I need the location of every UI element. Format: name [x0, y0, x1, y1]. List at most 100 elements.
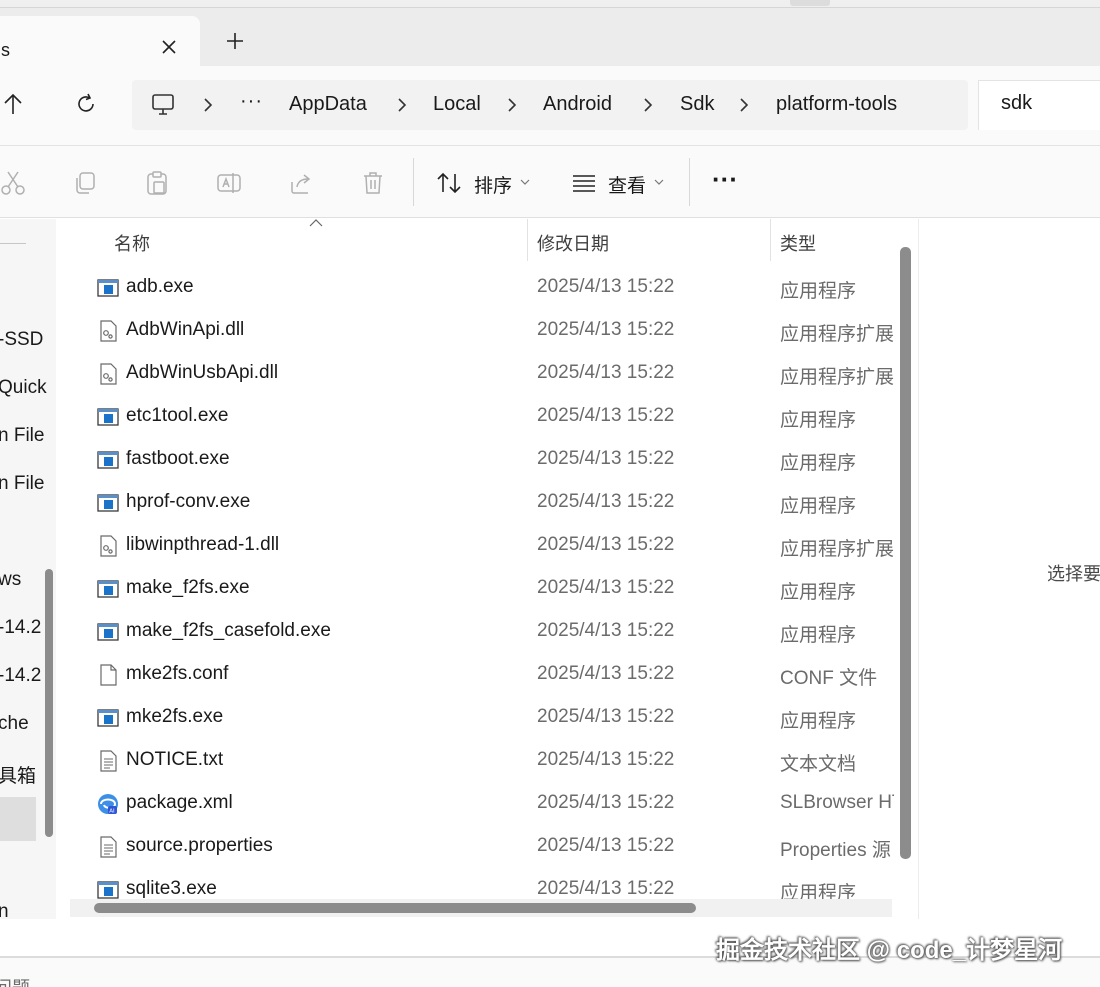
file-row[interactable]: AI package.xml 2025/4/13 15:22 SLBrowser HT — [66, 783, 900, 826]
bottom-panel-label: 问题 — [0, 974, 30, 987]
nav-item[interactable]: n File — [0, 425, 44, 447]
breadcrumb-overflow[interactable]: ··· — [240, 90, 263, 113]
tab-bar: ls — [0, 8, 1100, 68]
toolbar-separator — [413, 158, 414, 206]
address-bar[interactable]: ··· AppData Local Android Sdk platform-t… — [132, 80, 968, 130]
file-modified-date: 2025/4/13 15:22 — [537, 405, 675, 426]
nav-item-selected[interactable] — [0, 797, 36, 841]
file-name: hprof-conv.exe — [126, 491, 251, 512]
file-row[interactable]: hprof-conv.exe 2025/4/13 15:22 应用程序 — [66, 482, 900, 525]
file-modified-date: 2025/4/13 15:22 — [537, 448, 675, 469]
navigation-bar: ··· AppData Local Android Sdk platform-t… — [0, 66, 1100, 146]
vertical-scrollbar[interactable] — [900, 247, 911, 859]
file-name: make_f2fs.exe — [126, 577, 250, 598]
share-icon[interactable] — [288, 170, 314, 196]
horizontal-scrollbar[interactable] — [94, 903, 696, 913]
refresh-icon[interactable] — [74, 92, 98, 116]
rename-icon[interactable] — [216, 170, 242, 196]
dll-file-icon — [100, 320, 117, 342]
file-row[interactable]: make_f2fs.exe 2025/4/13 15:22 应用程序 — [66, 568, 900, 611]
tab-active[interactable]: ls — [0, 16, 200, 68]
breadcrumb-local[interactable]: Local — [433, 93, 481, 116]
file-row[interactable]: NOTICE.txt 2025/4/13 15:22 文本文档 — [66, 740, 900, 783]
file-type: 应用程序扩展 — [780, 324, 894, 345]
up-arrow-icon[interactable] — [2, 92, 24, 116]
delete-icon[interactable] — [360, 170, 386, 196]
more-options-button[interactable]: ··· — [712, 164, 738, 195]
column-separator[interactable] — [527, 219, 528, 261]
application-icon — [97, 408, 119, 426]
chevron-right-icon[interactable] — [642, 97, 654, 113]
file-modified-date: 2025/4/13 15:22 — [537, 749, 675, 770]
file-row[interactable]: source.properties 2025/4/13 15:22 Properti… — [66, 826, 900, 869]
file-row[interactable]: make_f2fs_casefold.exe 2025/4/13 15:22 应用程… — [66, 611, 900, 654]
file-name: make_f2fs_casefold.exe — [126, 620, 331, 641]
nav-item[interactable]: ws — [0, 569, 21, 591]
nav-item[interactable]: Quick — [0, 377, 47, 399]
file-name: fastboot.exe — [126, 448, 230, 469]
search-input[interactable]: sdk — [978, 80, 1100, 130]
nav-item[interactable]: -SSD — [0, 329, 43, 351]
breadcrumb-sdk[interactable]: Sdk — [680, 93, 714, 116]
file-row[interactable]: mke2fs.conf 2025/4/13 15:22 CONF 文件 — [66, 654, 900, 697]
breadcrumb-appdata[interactable]: AppData — [289, 93, 367, 116]
file-row[interactable]: fastboot.exe 2025/4/13 15:22 应用程序 — [66, 439, 900, 482]
file-name: libwinpthread-1.dll — [126, 534, 280, 555]
nav-item[interactable]: che — [0, 713, 29, 735]
account-chip[interactable] — [790, 0, 830, 6]
file-type: 应用程序扩展 — [780, 539, 894, 560]
application-icon — [97, 623, 119, 641]
copy-icon[interactable] — [72, 170, 98, 196]
file-row[interactable]: adb.exe 2025/4/13 15:22 应用程序 — [66, 267, 900, 310]
file-row[interactable]: libwinpthread-1.dll 2025/4/13 15:22 应用程序扩展 — [66, 525, 900, 568]
paste-icon[interactable] — [144, 170, 170, 196]
view-list-icon — [573, 175, 595, 192]
chevron-right-icon[interactable] — [738, 97, 750, 113]
file-type: 应用程序扩展 — [780, 367, 894, 388]
chevron-right-icon[interactable] — [506, 97, 518, 113]
breadcrumb-platform-tools[interactable]: platform-tools — [776, 93, 897, 116]
nav-item[interactable]: -14.2 — [0, 665, 41, 687]
nav-item[interactable]: n File — [0, 473, 44, 495]
nav-item[interactable]: -14.2 — [0, 617, 41, 639]
sort-ascending-icon — [309, 219, 323, 227]
file-name: mke2fs.conf — [126, 663, 229, 684]
dll-file-icon — [100, 535, 117, 557]
file-modified-date: 2025/4/13 15:22 — [537, 577, 675, 598]
file-modified-date: 2025/4/13 15:22 — [537, 620, 675, 641]
new-tab-icon[interactable] — [224, 30, 246, 52]
chevron-right-icon[interactable] — [396, 97, 408, 113]
file-row[interactable]: mke2fs.exe 2025/4/13 15:22 应用程序 — [66, 697, 900, 740]
close-icon[interactable] — [158, 36, 180, 58]
file-row[interactable]: AdbWinUsbApi.dll 2025/4/13 15:22 应用程序扩展 — [66, 353, 900, 396]
sort-icon — [437, 172, 461, 194]
cut-icon[interactable] — [0, 170, 26, 196]
nav-scrollbar[interactable] — [45, 569, 53, 837]
file-modified-date: 2025/4/13 15:22 — [537, 878, 675, 899]
this-pc-icon[interactable] — [150, 93, 176, 117]
file-row[interactable]: AdbWinApi.dll 2025/4/13 15:22 应用程序扩展 — [66, 310, 900, 353]
nav-item[interactable]: n — [0, 901, 9, 919]
breadcrumb-android[interactable]: Android — [543, 93, 612, 116]
nav-item[interactable]: 具箱 — [0, 761, 36, 788]
column-separator[interactable] — [770, 219, 771, 261]
application-icon — [97, 580, 119, 598]
column-header-type[interactable]: 类型 — [780, 230, 816, 256]
column-header-name[interactable]: 名称 — [114, 230, 150, 256]
chevron-right-icon[interactable] — [202, 97, 214, 113]
view-label: 查看 — [608, 176, 647, 197]
file-name: AdbWinUsbApi.dll — [126, 362, 279, 383]
file-modified-date: 2025/4/13 15:22 — [537, 534, 675, 555]
dll-file-icon — [100, 363, 117, 385]
window-top-strip — [0, 0, 1100, 8]
file-type: CONF 文件 — [780, 668, 878, 689]
file-row[interactable]: etc1tool.exe 2025/4/13 15:22 应用程序 — [66, 396, 900, 439]
column-header-date[interactable]: 修改日期 — [537, 230, 609, 256]
browser-icon: AI — [98, 794, 118, 815]
file-name: package.xml — [126, 792, 233, 813]
text-file-icon — [100, 750, 117, 772]
details-pane: 选择要 — [918, 219, 1100, 919]
file-modified-date: 2025/4/13 15:22 — [537, 792, 675, 813]
nav-divider — [0, 243, 26, 244]
file-type: 应用程序 — [780, 496, 857, 517]
